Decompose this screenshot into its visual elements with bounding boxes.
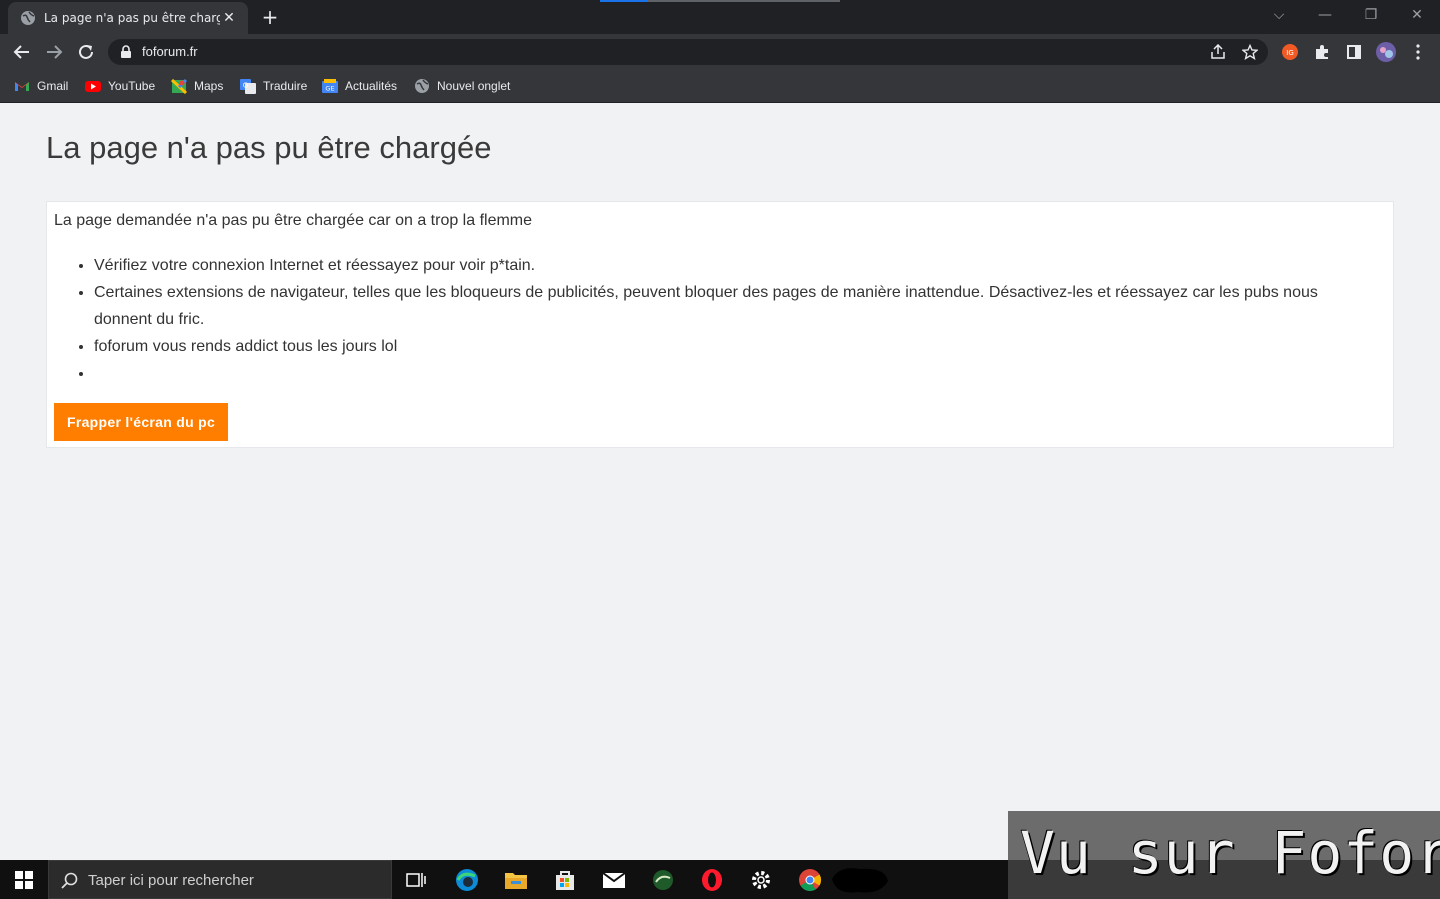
error-intro: La page demandée n'a pas pu être chargée… [54, 212, 533, 229]
reload-icon [79, 44, 93, 59]
list-item [94, 360, 1374, 387]
loading-indicator [600, 0, 648, 2]
globe-icon [414, 78, 430, 94]
watermark: Vu sur Foforum [1008, 811, 1440, 899]
store-icon[interactable] [552, 867, 578, 893]
back-button[interactable] [8, 38, 36, 66]
close-window-button[interactable]: ✕ [1394, 0, 1440, 30]
url-text: foforum.fr [142, 44, 198, 59]
lock-icon[interactable] [120, 45, 132, 59]
restore-button[interactable]: ❐ [1348, 0, 1394, 30]
extension-ig-icon[interactable]: IG [1278, 40, 1302, 64]
tab-title: La page n'a pas pu être chargée | [44, 11, 220, 25]
menu-kebab-icon[interactable] [1406, 40, 1430, 64]
bookmark-maps[interactable]: Maps [170, 76, 223, 96]
hit-screen-button[interactable]: Frapper l'écran du pc [54, 403, 229, 441]
gmail-icon [14, 78, 30, 94]
chrome-icon[interactable] [797, 867, 823, 893]
page-title: La page n'a pas pu être chargée [46, 130, 492, 165]
minimize-button[interactable]: — [1302, 0, 1348, 30]
address-bar[interactable]: foforum.fr [108, 39, 1268, 65]
globe-icon [20, 10, 36, 26]
tips-list: Vérifiez votre connexion Internet et rée… [54, 252, 1374, 387]
extensions-puzzle-icon[interactable] [1310, 40, 1334, 64]
settings-gear-icon[interactable] [748, 867, 774, 893]
bookmarks-bar: Gmail YouTube Maps G Traduire GE Actuali… [0, 70, 1440, 103]
back-arrow-icon [13, 45, 29, 59]
side-panel-icon[interactable] [1342, 40, 1366, 64]
title-bar: La page n'a pas pu être chargée | ✕ + ⌵ … [0, 0, 1440, 34]
profile-avatar[interactable] [1374, 40, 1398, 64]
opera-icon[interactable] [699, 867, 725, 893]
share-icon[interactable] [1210, 44, 1226, 60]
start-button[interactable] [0, 860, 48, 899]
bookmark-translate[interactable]: G Traduire [240, 76, 307, 96]
news-icon: GE [322, 78, 338, 94]
browser-toolbar: foforum.fr IG [0, 34, 1440, 70]
bookmark-star-icon[interactable] [1242, 44, 1258, 60]
svg-text:G: G [243, 82, 248, 90]
close-tab-icon[interactable]: ✕ [220, 10, 238, 26]
new-tab-button[interactable]: + [258, 6, 282, 28]
search-placeholder: Taper ici pour rechercher [88, 872, 254, 889]
app-shortcut-icon[interactable] [650, 867, 676, 893]
mail-icon[interactable] [601, 867, 627, 893]
youtube-icon [85, 78, 101, 94]
windows-logo-icon [15, 870, 33, 889]
loading-track [648, 0, 840, 2]
maps-icon [170, 78, 188, 95]
error-panel: La page demandée n'a pas pu être chargée… [46, 201, 1394, 448]
watermark-text: Vu sur Foforum [1020, 819, 1440, 887]
search-icon [61, 872, 78, 889]
bookmark-gmail[interactable]: Gmail [14, 76, 68, 96]
bookmark-youtube[interactable]: YouTube [85, 76, 155, 96]
translate-icon: G [240, 78, 256, 94]
list-item: foforum vous rends addict tous les jours… [94, 333, 1374, 360]
forward-arrow-icon [47, 45, 63, 59]
svg-text:GE: GE [325, 85, 334, 93]
svg-text:IG: IG [1286, 49, 1294, 57]
edge-icon[interactable] [454, 867, 480, 893]
forward-button[interactable] [40, 38, 68, 66]
reload-button[interactable] [72, 38, 100, 66]
file-explorer-icon[interactable] [503, 867, 529, 893]
bookmark-news[interactable]: GE Actualités [322, 76, 397, 96]
browser-tab[interactable]: La page n'a pas pu être chargée | ✕ [8, 2, 248, 34]
list-item: Certaines extensions de navigateur, tell… [94, 279, 1374, 333]
bookmark-new-tab[interactable]: Nouvel onglet [414, 76, 510, 96]
tab-search-icon[interactable]: ⌵ [1256, 0, 1302, 30]
task-view-icon[interactable] [403, 867, 429, 893]
redacted-app-icon[interactable] [830, 867, 890, 893]
list-item: Vérifiez votre connexion Internet et rée… [94, 252, 1374, 279]
taskbar-search-box[interactable]: Taper ici pour rechercher [48, 860, 392, 899]
